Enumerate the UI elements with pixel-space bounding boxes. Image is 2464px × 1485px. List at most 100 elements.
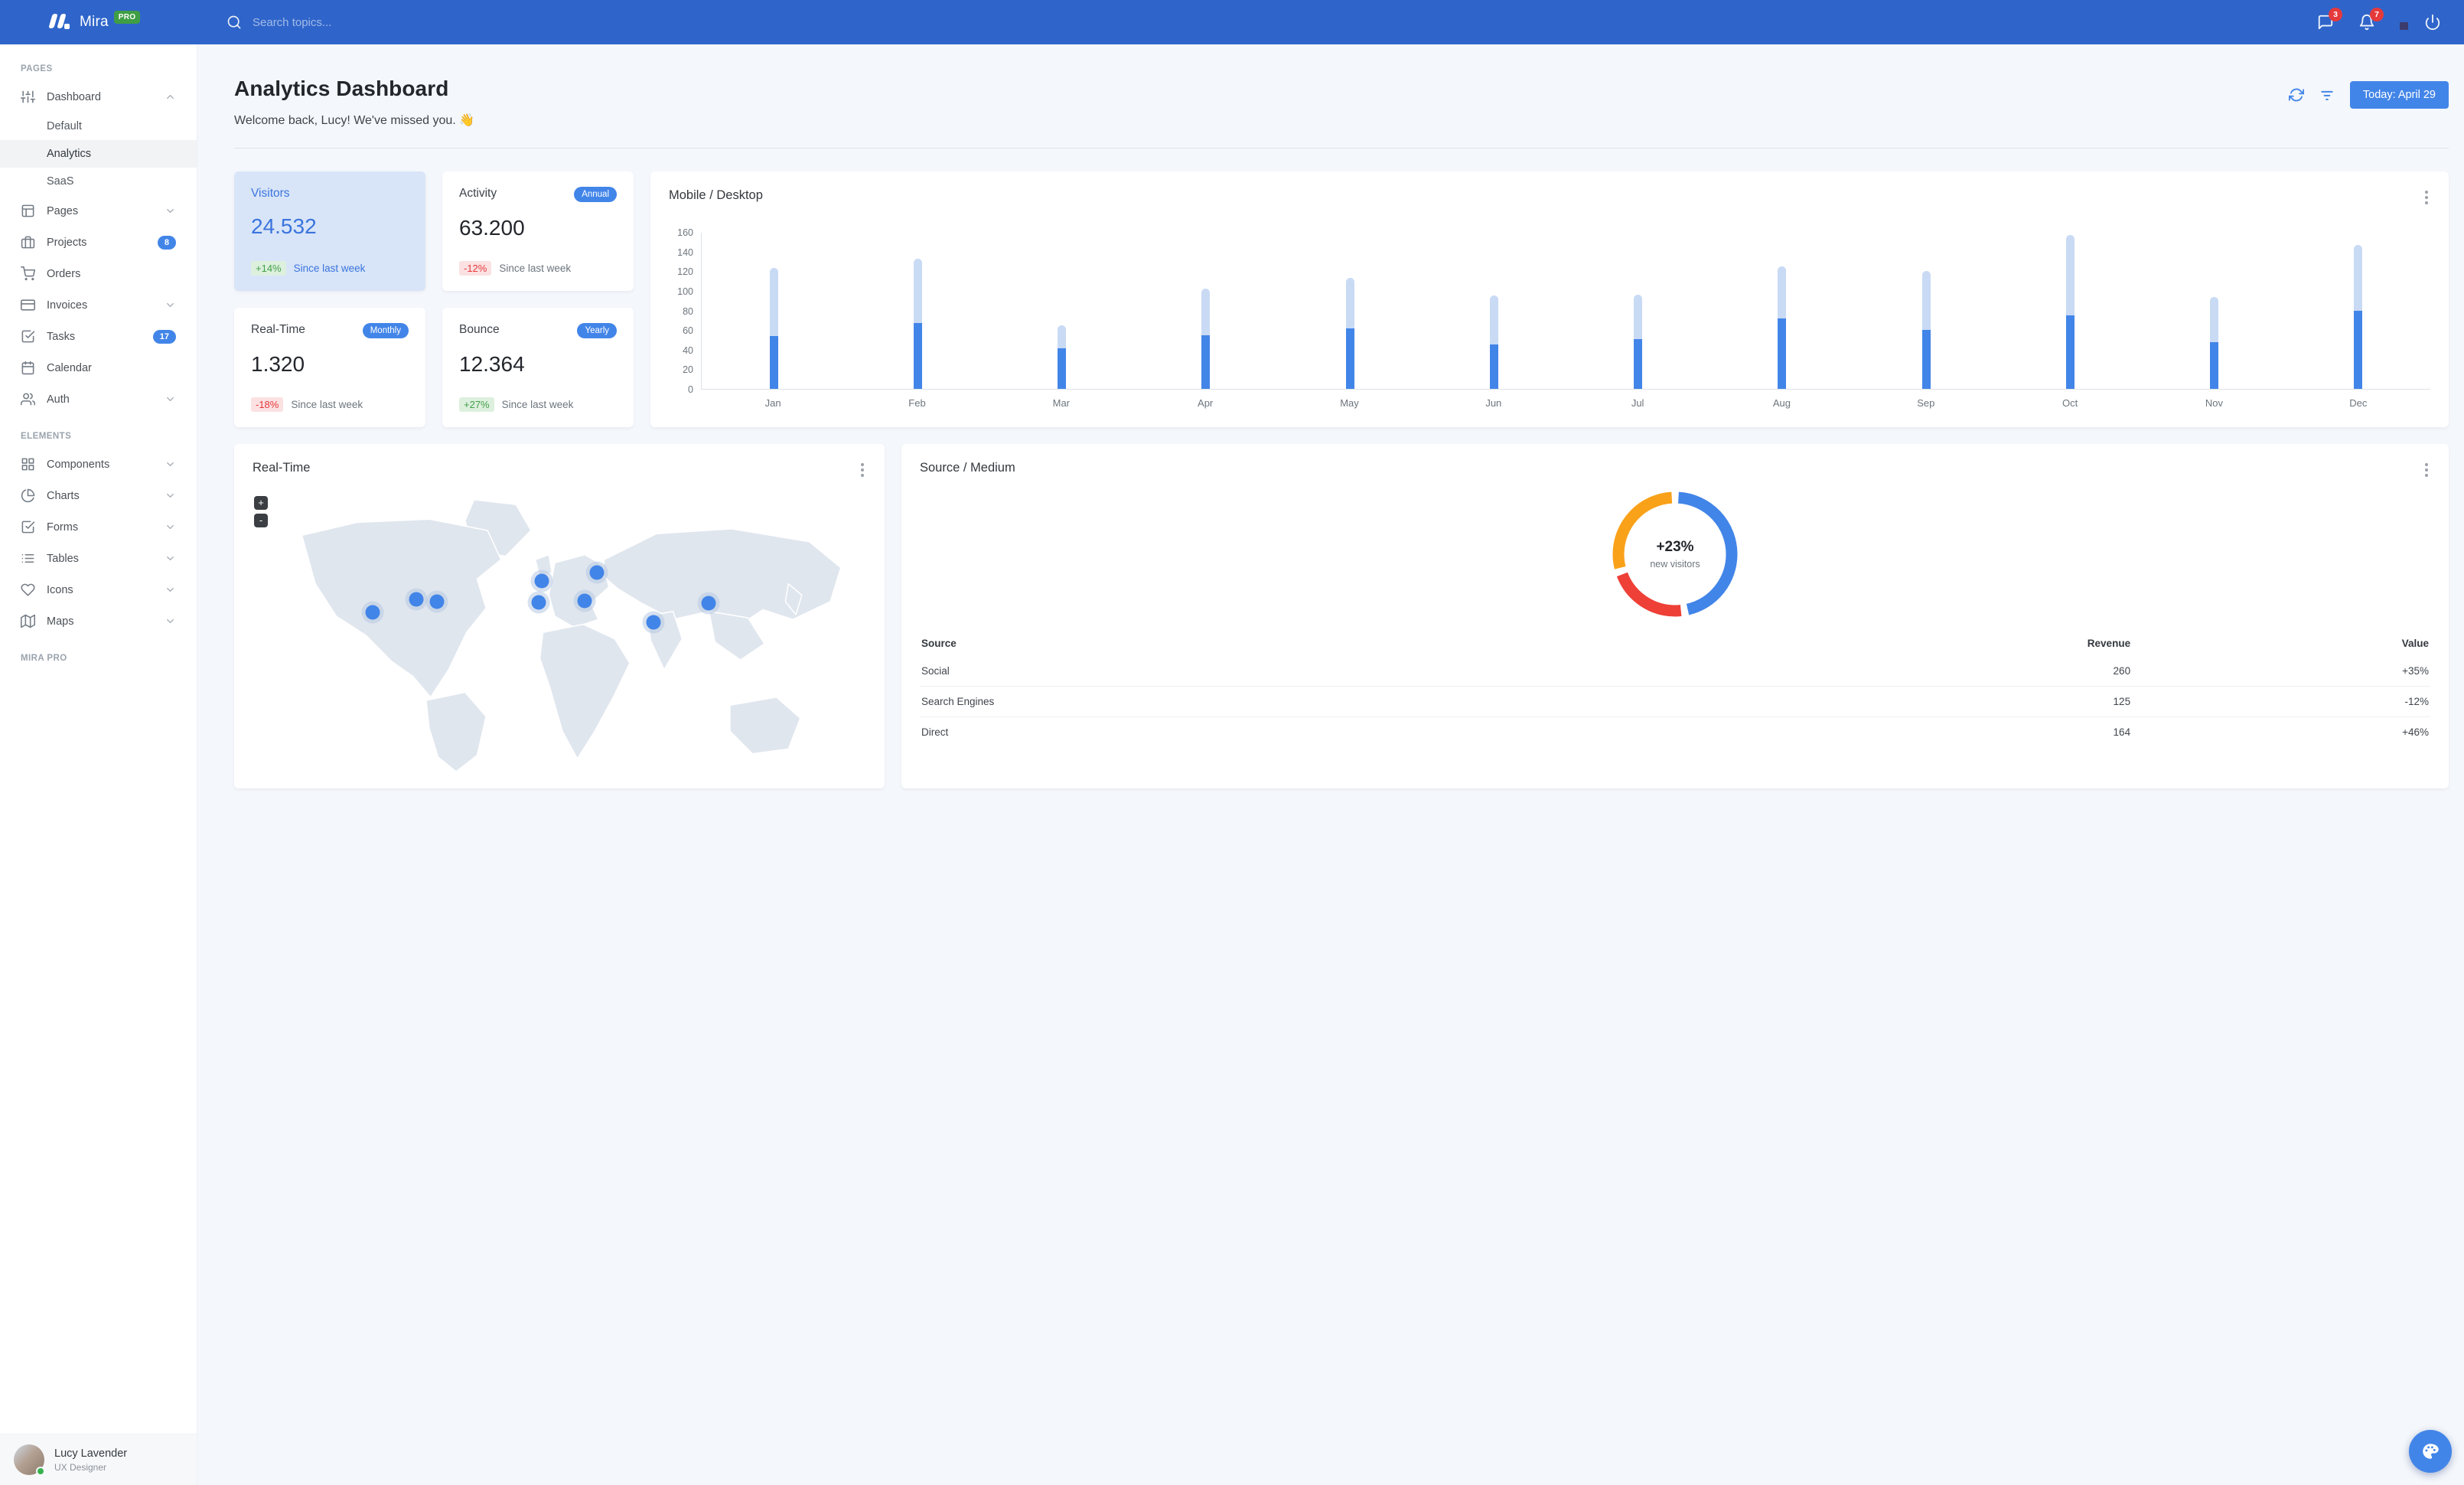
x-axis-label: Aug <box>1772 397 1791 409</box>
bar-feb[interactable] <box>913 258 922 389</box>
date-range-button[interactable]: Today: April 29 <box>2349 81 2449 109</box>
map-marker-8[interactable] <box>646 615 661 630</box>
sidebar-item-maps[interactable]: Maps <box>0 605 197 637</box>
filter-button[interactable] <box>2319 87 2335 103</box>
sidebar-item-icons[interactable]: Icons <box>0 574 197 605</box>
stat-card-title: Bounce <box>459 323 500 336</box>
sidebar-item-projects[interactable]: Projects 8 <box>0 227 197 258</box>
bar-sep[interactable] <box>1921 271 1931 389</box>
sidebar-user[interactable]: Lucy Lavender UX Designer <box>0 1434 197 1485</box>
notifications-button[interactable]: 7 <box>2358 8 2384 31</box>
user-role: UX Designer <box>54 1462 107 1474</box>
sidebar-item-label: Icons <box>47 583 73 596</box>
bar-apr[interactable] <box>1201 289 1211 389</box>
chevron-up-icon <box>165 91 176 103</box>
sidebar-item-auth[interactable]: Auth <box>0 383 197 415</box>
stat-period-badge[interactable]: Monthly <box>362 323 409 338</box>
sidebar-subitem-saas[interactable]: SaaS <box>0 168 197 195</box>
bar-jan[interactable] <box>769 268 778 389</box>
chevron-down-icon <box>165 615 176 627</box>
sidebar-item-tables[interactable]: Tables <box>0 543 197 574</box>
chevron-down-icon <box>165 490 176 501</box>
stat-card-activity: Activity Annual 63.200 -12% Since last w… <box>442 171 634 291</box>
bar-segment-desktop <box>913 258 922 324</box>
theme-settings-fab[interactable] <box>2409 1430 2452 1473</box>
bar-oct[interactable] <box>2065 234 2075 389</box>
card-menu-button[interactable] <box>2423 188 2430 207</box>
sidebar-item-tasks[interactable]: Tasks 17 <box>0 321 197 352</box>
sidebar-item-label: Dashboard <box>47 90 101 103</box>
welcome-message: Welcome back, Lucy! We've missed you. 👋 <box>234 114 475 127</box>
cell-source: Search Engines <box>920 686 1674 717</box>
y-axis-tick: 40 <box>683 344 693 356</box>
bar-segment-mobile <box>1489 344 1498 389</box>
palette-icon <box>2420 1441 2440 1461</box>
bar-segment-mobile <box>2354 310 2363 389</box>
bar-jul[interactable] <box>1634 295 1643 389</box>
x-axis-label: Jul <box>1631 397 1644 409</box>
bar-segment-mobile <box>769 335 778 389</box>
map-marker-2[interactable] <box>409 592 424 607</box>
map-zoom-out-button[interactable]: - <box>254 514 268 527</box>
brand[interactable]: Mira PRO <box>0 10 197 32</box>
messages-button[interactable]: 3 <box>2317 8 2342 31</box>
bar-segment-mobile <box>2210 341 2219 389</box>
bar-nov[interactable] <box>2210 296 2219 389</box>
bar-segment-mobile <box>1345 328 1354 389</box>
source-table: Source Revenue Value Social 260 +35% Search… <box>920 631 2430 747</box>
map-marker-9[interactable] <box>701 596 716 611</box>
sidebar-section-label: ELEMENTS <box>21 432 72 441</box>
brand-name: Mira <box>80 14 109 30</box>
search-icon[interactable] <box>227 15 242 30</box>
card-menu-button[interactable] <box>2423 461 2430 479</box>
map-zoom-in-button[interactable]: + <box>254 496 268 510</box>
chevron-down-icon <box>165 205 176 217</box>
main-content: Analytics Dashboard Welcome back, Lucy! … <box>197 44 2464 1485</box>
stat-period-badge[interactable]: Annual <box>574 187 617 202</box>
map-marker-5[interactable] <box>531 595 546 610</box>
navbar-actions: 3 7 <box>2317 8 2464 31</box>
mira-logo-icon <box>47 12 72 32</box>
bar-jun[interactable] <box>1489 295 1498 389</box>
sidebar-subitem-default[interactable]: Default <box>0 113 197 140</box>
users-icon <box>21 392 35 406</box>
sidebar-item-components[interactable]: Components <box>0 449 197 480</box>
card-menu-button[interactable] <box>859 461 866 479</box>
refresh-button[interactable] <box>2288 87 2304 103</box>
search-input[interactable] <box>251 15 465 30</box>
calendar-icon <box>21 361 35 375</box>
bar-segment-desktop <box>1201 289 1211 335</box>
x-axis-label: Oct <box>2062 397 2078 409</box>
pro-badge: PRO <box>113 10 141 24</box>
sidebar-item-calendar[interactable]: Calendar <box>0 352 197 383</box>
map-marker-7[interactable] <box>577 593 592 609</box>
map-marker-3[interactable] <box>429 594 445 609</box>
world-map-area: + - <box>253 488 866 772</box>
sidebar-item-dashboard[interactable]: Dashboard <box>0 81 197 113</box>
sidebar-subitem-analytics[interactable]: Analytics <box>0 140 197 168</box>
sidebar-item-invoices[interactable]: Invoices <box>0 289 197 321</box>
cell-value: +35% <box>2402 665 2429 677</box>
notifications-count-badge: 7 <box>2370 8 2384 21</box>
bar-may[interactable] <box>1345 278 1354 389</box>
bar-segment-desktop <box>1345 278 1354 328</box>
stat-period-badge[interactable]: Yearly <box>577 323 617 338</box>
logout-button[interactable] <box>2424 14 2441 31</box>
map-marker-1[interactable] <box>365 605 380 620</box>
bar-dec[interactable] <box>2354 244 2363 389</box>
map-marker-6[interactable] <box>589 565 605 580</box>
stat-value: 12.364 <box>459 352 525 376</box>
map-marker-4[interactable] <box>534 573 549 589</box>
sidebar-item-forms[interactable]: Forms <box>0 511 197 543</box>
sidebar-item-orders[interactable]: Orders <box>0 258 197 289</box>
sidebar-item-pages[interactable]: Pages <box>0 195 197 227</box>
bar-segment-mobile <box>1634 338 1643 389</box>
y-axis-tick: 100 <box>677 286 693 297</box>
sidebar-item-charts[interactable]: Charts <box>0 480 197 511</box>
x-axis-label: Sep <box>1917 397 1935 409</box>
stat-card-visitors: Visitors 24.532 +14% Since last week <box>234 171 425 291</box>
chart-card-title: Mobile / Desktop <box>669 188 763 202</box>
bar-aug[interactable] <box>1778 266 1787 389</box>
bar-mar[interactable] <box>1058 325 1067 389</box>
bar-chart-plot <box>702 233 2430 389</box>
